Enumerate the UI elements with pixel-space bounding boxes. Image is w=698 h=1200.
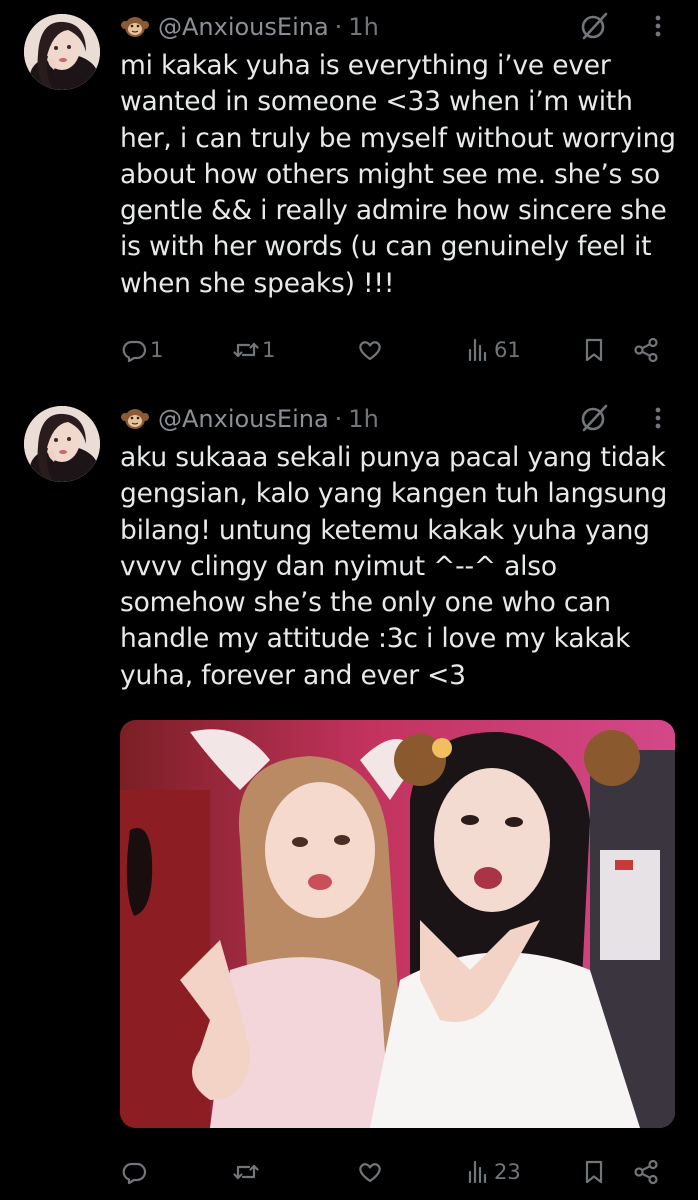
repost-icon (232, 336, 260, 364)
like-button[interactable] (356, 332, 386, 368)
tweet-text: aku sukaaa sekali punya pacal yang tidak… (120, 442, 668, 691)
view-count: 61 (494, 338, 521, 362)
separator: · (334, 13, 343, 41)
avatar[interactable] (24, 14, 100, 90)
share-icon (632, 336, 660, 364)
share-button[interactable] (632, 1154, 660, 1190)
views-button[interactable]: 61 (464, 332, 521, 368)
bookmark-icon (580, 1158, 608, 1186)
reply-count: 1 (150, 338, 164, 362)
more-dots-icon[interactable] (648, 402, 668, 434)
repost-icon (232, 1158, 260, 1186)
repost-count: 1 (262, 338, 276, 362)
timestamp[interactable]: 1h (348, 13, 378, 41)
bookmark-button[interactable] (580, 332, 608, 368)
heart-icon (356, 1158, 384, 1186)
tweet-header: @AnxiousEina · 1h (120, 400, 379, 438)
view-count: 23 (494, 1160, 521, 1184)
reply-icon (120, 336, 148, 364)
reply-button[interactable]: 1 (120, 332, 163, 368)
views-chart-icon (464, 336, 492, 364)
bookmark-icon (580, 336, 608, 364)
like-button[interactable] (356, 1154, 386, 1190)
monkey-emoji-icon (120, 12, 150, 42)
reply-button[interactable] (120, 1154, 150, 1190)
tweet[interactable]: @AnxiousEina · 1h mi kakak yuha is every… (0, 0, 698, 392)
share-button[interactable] (632, 332, 660, 368)
separator: · (334, 405, 343, 433)
tweet[interactable]: @AnxiousEina · 1h aku sukaaa sekali puny… (0, 392, 698, 1200)
heart-icon (356, 336, 384, 364)
avatar[interactable] (24, 406, 100, 482)
bookmark-button[interactable] (580, 1154, 608, 1190)
tweet-header: @AnxiousEina · 1h (120, 8, 379, 46)
grok-icon[interactable] (578, 10, 610, 42)
tweet-actions: 1 1 61 (120, 332, 680, 368)
user-handle[interactable]: @AnxiousEina (158, 405, 329, 433)
more-dots-icon[interactable] (648, 10, 668, 42)
monkey-emoji-icon (120, 404, 150, 434)
tweet-actions: 23 (120, 1154, 680, 1190)
tweet-text: mi kakak yuha is everything i’ve ever wa… (120, 50, 676, 299)
tweet-photo[interactable] (120, 720, 675, 1128)
repost-button[interactable] (232, 1154, 262, 1190)
user-handle[interactable]: @AnxiousEina (158, 13, 329, 41)
views-button[interactable]: 23 (464, 1154, 521, 1190)
share-icon (632, 1158, 660, 1186)
repost-button[interactable]: 1 (232, 332, 275, 368)
timestamp[interactable]: 1h (348, 405, 378, 433)
views-chart-icon (464, 1158, 492, 1186)
reply-icon (120, 1158, 148, 1186)
grok-icon[interactable] (578, 402, 610, 434)
